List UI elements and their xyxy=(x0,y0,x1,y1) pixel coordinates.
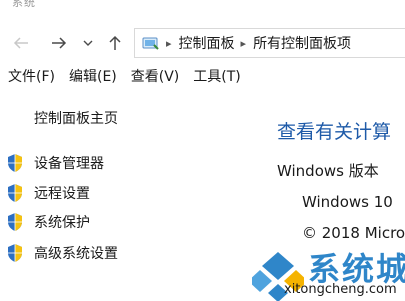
menu-view[interactable]: 查看(V) xyxy=(123,66,186,88)
breadcrumb-separator: ▸ xyxy=(240,36,247,50)
page-heading: 查看有关计算 xyxy=(277,121,392,143)
up-button[interactable] xyxy=(104,28,126,58)
sidebar-item-label: 高级系统设置 xyxy=(34,246,118,262)
uac-shield-icon xyxy=(8,213,22,231)
address-bar[interactable]: ▸ 控制面板 ▸ 所有控制面板项 xyxy=(134,28,405,58)
arrow-right-icon xyxy=(52,37,67,49)
watermark-url: xitongcheng.com xyxy=(284,282,397,297)
recent-locations-button[interactable] xyxy=(80,28,96,58)
watermark: 系统城 xitongcheng.com xyxy=(252,248,405,301)
sidebar-item-advanced-system-settings[interactable]: 高级系统设置 xyxy=(6,242,118,264)
sidebar-item-label: 设备管理器 xyxy=(34,156,104,172)
arrow-up-icon xyxy=(109,35,121,50)
menu-file[interactable]: 文件(F) xyxy=(0,66,61,88)
uac-shield-icon xyxy=(8,244,22,262)
windows-edition-value: Windows 10 xyxy=(302,193,393,211)
breadcrumb-separator: ▸ xyxy=(166,36,172,50)
copyright-text: © 2018 Micro xyxy=(302,224,405,242)
sidebar-item-label: 系统保护 xyxy=(34,215,90,231)
control-panel-icon xyxy=(142,36,160,50)
menu-bar: 文件(F) 编辑(E) 查看(V) 工具(T) xyxy=(0,66,247,88)
forward-button[interactable] xyxy=(48,28,70,58)
sidebar-item-remote-settings[interactable]: 远程设置 xyxy=(6,182,90,204)
menu-edit[interactable]: 编辑(E) xyxy=(61,66,123,88)
sidebar-item-label: 远程设置 xyxy=(34,186,90,202)
arrow-left-icon xyxy=(13,37,28,49)
windows-edition-label: Windows 版本 xyxy=(277,162,379,180)
sidebar-item-device-manager[interactable]: 设备管理器 xyxy=(6,152,104,174)
uac-shield-icon xyxy=(8,154,22,172)
navigation-bar: ▸ 控制面板 ▸ 所有控制面板项 xyxy=(0,28,405,58)
window-title-fragment: 系统 xyxy=(12,0,36,9)
sidebar-item-system-protection[interactable]: 系统保护 xyxy=(6,211,90,233)
uac-shield-icon xyxy=(8,184,22,202)
menu-tools[interactable]: 工具(T) xyxy=(185,66,246,88)
control-panel-home-link[interactable]: 控制面板主页 xyxy=(34,108,118,128)
breadcrumb-all-items[interactable]: 所有控制面板项 xyxy=(253,33,351,53)
back-button[interactable] xyxy=(10,28,32,58)
chevron-down-icon xyxy=(83,40,93,46)
breadcrumb-control-panel[interactable]: 控制面板 xyxy=(179,33,235,53)
